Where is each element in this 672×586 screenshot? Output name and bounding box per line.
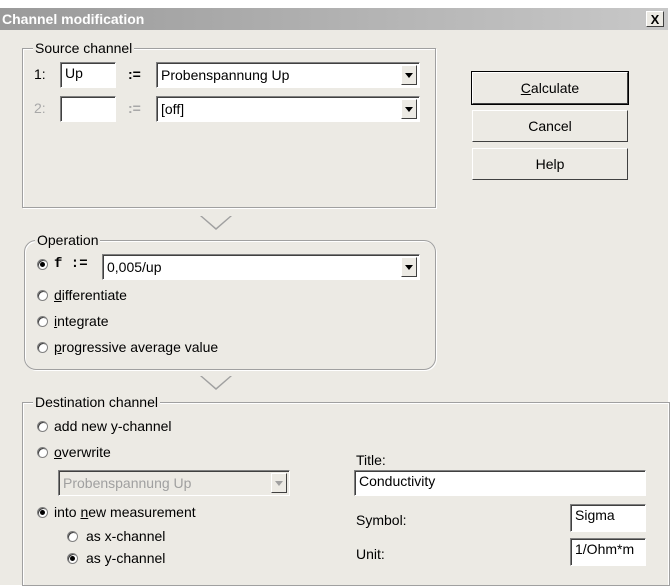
integrate-label[interactable]: integrate [54,313,109,329]
overwrite-mnemonic: o [54,444,62,460]
calculate-label: alculate [530,80,580,96]
calculate-mnemonic: C [520,80,531,96]
symbol-label: Symbol: [356,512,407,528]
operation-legend: Operation [35,232,101,248]
source-channel-2-name-input[interactable] [60,96,116,122]
into-new-pre: into [54,504,81,520]
overwrite-channel-select[interactable]: Probenspannung Up [58,470,290,496]
chevron-down-icon[interactable] [401,65,417,85]
overwrite-channel-value: Probenspannung Up [63,475,192,491]
into-new-measurement-radio[interactable] [37,507,48,518]
progressive-text: rogressive average value [61,339,219,355]
operation-f-label: f := [54,256,88,272]
source-row2-number: 2: [34,100,46,116]
source-row2-assign: := [128,100,141,116]
as-x-channel-label[interactable]: as x-channel [86,528,165,544]
operation-f-radio[interactable] [37,259,48,270]
title-input[interactable]: Conductivity [354,470,646,496]
title-label: Title: [356,452,386,468]
symbol-input[interactable]: Sigma [570,504,646,532]
help-button[interactable]: Help [472,148,628,180]
add-new-y-channel-label[interactable]: add new y-channel [54,418,172,434]
overwrite-label[interactable]: overwrite [54,444,111,460]
window-title: Channel modification [2,11,145,27]
add-new-y-channel-radio[interactable] [37,421,48,432]
progressive-mnemonic: p [54,339,62,355]
source-channel-1-select[interactable]: Probenspannung Up [156,62,420,88]
calculate-button[interactable]: Calculate [471,71,629,105]
source-channel-1-name-input[interactable]: Up [60,62,116,88]
integrate-radio[interactable] [37,316,48,327]
overwrite-text: verwrite [61,444,111,460]
source-channel-2-select[interactable]: [off] [156,96,420,122]
as-x-channel-radio[interactable] [67,531,78,542]
unit-input[interactable]: 1/Ohm*m [570,538,646,566]
operation-formula-select[interactable]: 0,005/up [102,254,420,280]
into-new-text: ew measurement [88,504,196,520]
flow-arrow-icon [200,376,232,390]
overwrite-radio[interactable] [37,447,48,458]
source-row1-assign: := [128,66,141,82]
source-channel-2-value: [off] [161,101,185,117]
as-y-channel-radio[interactable] [67,553,78,564]
unit-label: Unit: [356,546,385,562]
operation-formula-value: 0,005/up [107,259,162,275]
differentiate-radio[interactable] [37,290,48,301]
integrate-text: ntegrate [57,313,109,329]
source-channel-legend: Source channel [33,40,135,56]
differentiate-text: ifferentiate [61,287,127,303]
destination-channel-legend: Destination channel [33,394,160,410]
title-bar: Channel modification X [0,8,668,30]
differentiate-label[interactable]: differentiate [54,287,127,303]
chevron-down-icon[interactable] [271,473,287,493]
flow-arrow-icon [200,216,232,230]
close-button[interactable]: X [646,11,664,27]
cancel-button[interactable]: Cancel [472,110,628,142]
progressive-average-radio[interactable] [37,342,48,353]
source-row1-number: 1: [34,66,46,82]
source-channel-1-value: Probenspannung Up [161,67,290,83]
differentiate-mnemonic: d [54,287,62,303]
channel-modification-dialog: Channel modification X Source channel 1:… [0,8,670,586]
progressive-average-label[interactable]: progressive average value [54,339,218,355]
chevron-down-icon[interactable] [401,257,417,277]
chevron-down-icon[interactable] [401,99,417,119]
as-y-channel-label[interactable]: as y-channel [86,550,165,566]
into-new-measurement-label[interactable]: into new measurement [54,504,196,520]
